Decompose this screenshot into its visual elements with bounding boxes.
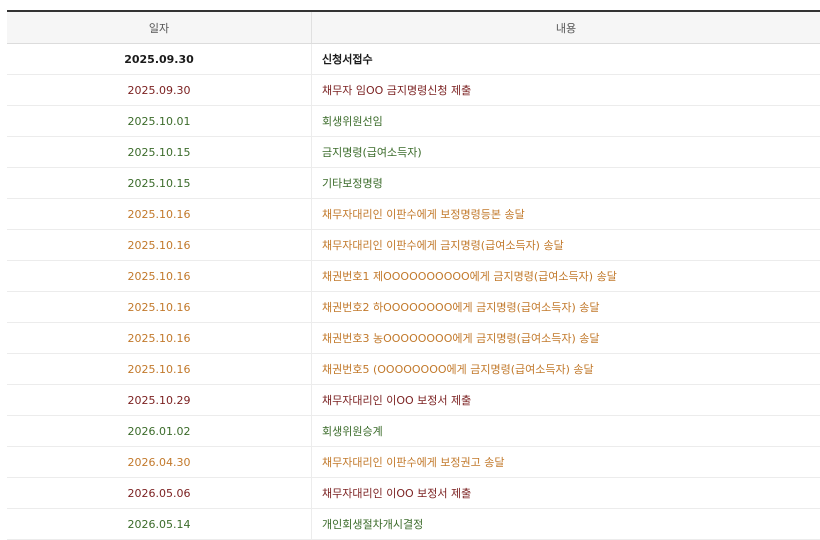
date-column-header: 일자 bbox=[7, 11, 312, 44]
table-row: 2025.10.16 채무자대리인 이판수에게 보정명령등본 송달 bbox=[7, 198, 820, 230]
content-cell: 채무자대리인 이판수에게 보정명령등본 송달 bbox=[311, 198, 820, 230]
table-row: 2025.10.29 채무자대리인 이OO 보정서 제출 bbox=[7, 384, 820, 416]
date-cell: 2026.05.06 bbox=[7, 477, 312, 509]
table-row: 2025.10.16 채권번호5 (OOOOOOOO에게 금지명령(급여소득자) … bbox=[7, 353, 820, 385]
table-row: 2025.10.15 기타보정명령 bbox=[7, 167, 820, 199]
table-row: 2026.04.30 채무자대리인 이판수에게 보정권고 송달 bbox=[7, 446, 820, 478]
date-cell: 2026.05.14 bbox=[7, 508, 312, 540]
date-cell: 2026.04.30 bbox=[7, 446, 312, 478]
table-row: 2026.05.14 개인회생절차개시결정 bbox=[7, 508, 820, 540]
content-cell: 채권번호5 (OOOOOOOO에게 금지명령(급여소득자) 송달 bbox=[311, 353, 820, 385]
date-cell: 2026.01.02 bbox=[7, 415, 312, 447]
table-row: 2025.09.30 채무자 임OO 금지명령신청 제출 bbox=[7, 74, 820, 106]
date-cell: 2025.10.16 bbox=[7, 322, 312, 354]
table-row: 2026.05.06 채무자대리인 이OO 보정서 제출 bbox=[7, 477, 820, 509]
date-cell: 2025.09.30 bbox=[7, 43, 312, 75]
date-cell: 2025.10.16 bbox=[7, 260, 312, 292]
table-row: 2025.10.15 금지명령(급여소득자) bbox=[7, 136, 820, 168]
content-cell: 채권번호3 농OOOOOOOO에게 금지명령(급여소득자) 송달 bbox=[311, 322, 820, 354]
content-cell: 회생위원승계 bbox=[311, 415, 820, 447]
content-cell: 회생위원선임 bbox=[311, 105, 820, 137]
content-cell: 채권번호2 하OOOOOOOO에게 금지명령(급여소득자) 송달 bbox=[311, 291, 820, 323]
content-cell: 기타보정명령 bbox=[311, 167, 820, 199]
date-cell: 2025.10.16 bbox=[7, 229, 312, 261]
date-cell: 2025.10.15 bbox=[7, 136, 312, 168]
content-cell: 채무자대리인 이판수에게 보정권고 송달 bbox=[311, 446, 820, 478]
content-cell: 채무자대리인 이판수에게 금지명령(급여소득자) 송달 bbox=[311, 229, 820, 261]
table-body: 2025.09.30 신청서접수 2025.09.30 채무자 임OO 금지명령신청… bbox=[7, 43, 820, 540]
table-row: 2025.10.16 채권번호3 농OOOOOOOO에게 금지명령(급여소득자) … bbox=[7, 322, 820, 354]
date-cell: 2025.10.29 bbox=[7, 384, 312, 416]
case-history-table-container: 일자 내용 2025.09.30 신청서접수 2025.09.30 채무자 임OO … bbox=[7, 10, 820, 540]
case-history-table: 일자 내용 2025.09.30 신청서접수 2025.09.30 채무자 임OO … bbox=[7, 10, 820, 540]
table-row: 2025.09.30 신청서접수 bbox=[7, 43, 820, 75]
content-cell: 채권번호1 제OOOOOOOOOO에게 금지명령(급여소득자) 송달 bbox=[311, 260, 820, 292]
content-cell: 채무자대리인 이OO 보정서 제출 bbox=[311, 384, 820, 416]
content-column-header: 내용 bbox=[311, 11, 820, 44]
content-cell: 채무자 임OO 금지명령신청 제출 bbox=[311, 74, 820, 106]
table-row: 2026.01.02 회생위원승계 bbox=[7, 415, 820, 447]
table-row: 2025.10.16 채권번호2 하OOOOOOOO에게 금지명령(급여소득자) … bbox=[7, 291, 820, 323]
content-cell: 채무자대리인 이OO 보정서 제출 bbox=[311, 477, 820, 509]
date-cell: 2025.10.16 bbox=[7, 198, 312, 230]
content-cell: 금지명령(급여소득자) bbox=[311, 136, 820, 168]
table-row: 2025.10.16 채권번호1 제OOOOOOOOOO에게 금지명령(급여소득자… bbox=[7, 260, 820, 292]
date-cell: 2025.10.16 bbox=[7, 353, 312, 385]
date-cell: 2025.10.01 bbox=[7, 105, 312, 137]
table-row: 2025.10.16 채무자대리인 이판수에게 금지명령(급여소득자) 송달 bbox=[7, 229, 820, 261]
date-cell: 2025.10.16 bbox=[7, 291, 312, 323]
table-header-row: 일자 내용 bbox=[7, 11, 820, 44]
content-cell: 개인회생절차개시결정 bbox=[311, 508, 820, 540]
date-cell: 2025.10.15 bbox=[7, 167, 312, 199]
table-row: 2025.10.01 회생위원선임 bbox=[7, 105, 820, 137]
date-cell: 2025.09.30 bbox=[7, 74, 312, 106]
content-cell: 신청서접수 bbox=[311, 43, 820, 75]
